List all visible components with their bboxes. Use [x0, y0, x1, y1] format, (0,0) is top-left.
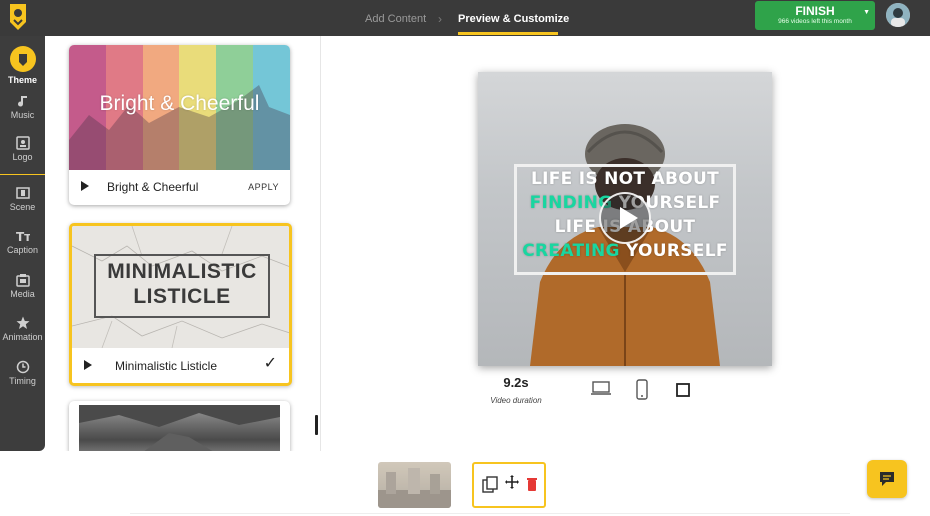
- theme-card-footer: Minimalistic Listicle ✓: [72, 348, 289, 383]
- nav-item-animation[interactable]: Animation: [0, 316, 45, 342]
- timer-icon: [16, 360, 29, 374]
- side-navigation: Theme Music Logo Scene Tт Caption Media …: [0, 36, 45, 451]
- theme-card-minimalistic-listicle[interactable]: MINIMALISTIC LISTICLE Minimalistic Listi…: [69, 223, 292, 386]
- chat-button[interactable]: [867, 460, 907, 498]
- theme-thumb-title: Bright & Cheerful: [99, 92, 260, 115]
- play-icon[interactable]: [84, 360, 92, 370]
- step-preview-customize[interactable]: Preview & Customize: [458, 13, 569, 25]
- media-icon: [15, 274, 30, 287]
- nav-label-timing: Timing: [9, 376, 36, 386]
- apply-button[interactable]: APPLY: [248, 182, 279, 192]
- theme-panel: Bright & Cheerful Bright & Cheerful APPL…: [45, 36, 320, 451]
- trash-icon[interactable]: [526, 477, 538, 492]
- scene-thumbnail[interactable]: [378, 462, 451, 508]
- music-note-icon: [17, 96, 27, 107]
- theme-thumb-title: MINIMALISTIC LISTICLE: [94, 259, 270, 309]
- svg-text:Tт: Tт: [16, 230, 30, 243]
- theme-card-bw[interactable]: [69, 401, 290, 451]
- nav-label-caption: Caption: [6, 245, 39, 255]
- active-step-indicator: [458, 32, 558, 35]
- move-icon[interactable]: [505, 475, 519, 489]
- app-root: Add Content › Preview & Customize FINISH…: [0, 0, 930, 516]
- quote-text: YOURSELF: [625, 241, 728, 261]
- scene-image: [378, 468, 451, 508]
- theme-card-bright-cheerful[interactable]: Bright & Cheerful Bright & Cheerful APPL…: [69, 45, 290, 205]
- phone-icon[interactable]: [635, 379, 649, 401]
- nav-label-logo: Logo: [12, 152, 33, 162]
- theme-card-footer: Bright & Cheerful APPLY: [69, 170, 290, 205]
- finish-button[interactable]: FINISH 966 videos left this month ▼: [755, 1, 875, 30]
- nav-item-music[interactable]: Music: [0, 94, 45, 120]
- chevron-down-icon[interactable]: ▼: [863, 9, 870, 16]
- theme-name: Bright & Cheerful: [107, 180, 199, 194]
- quote-highlight: CREATING: [522, 241, 626, 261]
- top-bar: Add Content › Preview & Customize FINISH…: [0, 0, 930, 36]
- landscape-shape: [79, 405, 280, 451]
- step-add-content[interactable]: Add Content: [365, 13, 426, 25]
- video-duration: 9.2s: [503, 375, 529, 390]
- duplicate-icon[interactable]: [482, 476, 498, 494]
- nav-item-timing[interactable]: Timing: [0, 360, 45, 386]
- nav-label-theme: Theme: [7, 75, 37, 85]
- nav-divider: [0, 174, 45, 175]
- finish-label: FINISH: [795, 4, 835, 18]
- chat-bubble-icon: [880, 472, 894, 486]
- checkmark-icon: ✓: [263, 355, 277, 372]
- nav-item-media[interactable]: Media: [0, 273, 45, 299]
- selected-scene[interactable]: [472, 462, 546, 508]
- video-preview[interactable]: LIFE IS NOT ABOUT FINDING YOURSELF LIFE …: [478, 72, 772, 366]
- theme-name: Minimalistic Listicle: [115, 359, 218, 373]
- logo-icon: [15, 136, 30, 150]
- videos-left-text: 966 videos left this month: [778, 18, 852, 25]
- avatar[interactable]: [886, 3, 910, 27]
- quote-line-4: CREATING YOURSELF: [514, 241, 736, 261]
- nav-label-music: Music: [10, 110, 35, 120]
- panel-divider: [320, 36, 321, 451]
- chevron-right-icon: ›: [438, 12, 442, 26]
- thumb-title-line-2: LISTICLE: [133, 285, 231, 308]
- play-icon[interactable]: [81, 181, 89, 191]
- nav-label-animation: Animation: [2, 332, 43, 342]
- timeline-divider: [130, 513, 850, 514]
- nav-label-media: Media: [10, 289, 35, 299]
- theme-thumbnail[interactable]: Bright & Cheerful: [69, 45, 290, 170]
- quote-text: LIFE IS NOT ABOUT: [530, 169, 720, 189]
- thumb-title-line-1: MINIMALISTIC: [107, 260, 257, 283]
- panel-scrollbar[interactable]: [315, 415, 318, 435]
- square-format-icon[interactable]: [675, 382, 691, 398]
- user-avatar-icon: [886, 3, 910, 27]
- scene-icon: [15, 187, 30, 199]
- video-duration-label: Video duration: [490, 396, 542, 405]
- caption-icon: Tт: [16, 230, 30, 243]
- theme-thumbnail[interactable]: [79, 405, 280, 451]
- nav-item-caption[interactable]: Tт Caption: [0, 229, 45, 255]
- theme-thumbnail[interactable]: MINIMALISTIC LISTICLE: [72, 226, 289, 348]
- nav-item-logo[interactable]: Logo: [0, 136, 45, 162]
- quote-line-1: LIFE IS NOT ABOUT: [514, 169, 736, 189]
- star-icon: [16, 316, 29, 329]
- nav-item-scene[interactable]: Scene: [0, 186, 45, 212]
- play-button[interactable]: [599, 192, 651, 244]
- nav-label-scene: Scene: [9, 202, 36, 212]
- laptop-icon[interactable]: [590, 380, 612, 398]
- nav-item-theme[interactable]: Theme: [0, 46, 45, 85]
- theme-icon: [9, 46, 36, 72]
